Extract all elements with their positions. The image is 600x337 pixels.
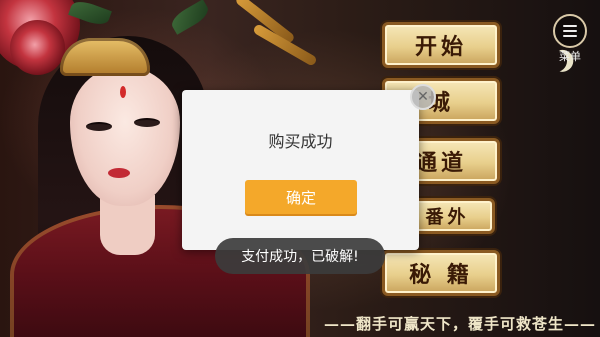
hamburger-menu-icon[interactable] (553, 14, 587, 48)
close-icon[interactable]: ✕ (410, 84, 436, 110)
menu-bar (563, 30, 577, 32)
purchase-dialog: 购买成功 确定 (182, 90, 419, 250)
character-crown (60, 38, 150, 76)
menu-secret-label: 秘 籍 (409, 262, 473, 288)
character-eye (86, 122, 112, 131)
character-lips (108, 168, 130, 178)
menu-icon-label: 菜单 (559, 50, 581, 63)
menu-secret-button[interactable]: 秘 籍 (382, 250, 500, 296)
red-flower-decoration (10, 20, 65, 75)
menu-extra-label: 番外 (425, 207, 470, 228)
game-slogan: ——翻手可赢天下，覆手可救苍生—— (323, 315, 596, 333)
confirm-button[interactable]: 确定 (245, 180, 357, 214)
leaf-decoration (168, 0, 212, 35)
menu-bar (563, 25, 577, 27)
character-eye (134, 118, 160, 127)
dialog-title: 购买成功 (268, 132, 333, 151)
menu-start-label: 开始 (414, 34, 467, 60)
forehead-mark (120, 86, 126, 98)
menu-channel-label: 通道 (414, 150, 467, 176)
toast-message: 支付成功，已破解! (215, 238, 385, 274)
menu-bar (563, 35, 577, 37)
menu-start-button[interactable]: 开始 (382, 22, 500, 68)
